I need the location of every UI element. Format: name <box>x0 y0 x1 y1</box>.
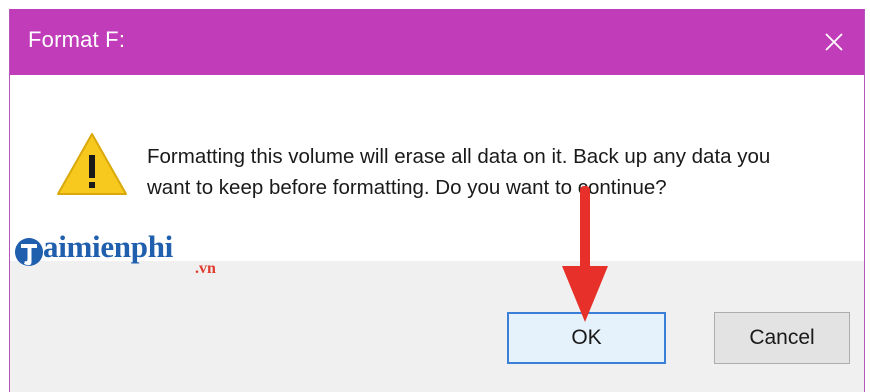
watermark-suffix: .vn <box>195 260 216 277</box>
close-button[interactable] <box>804 9 864 75</box>
red-arrow-down-icon <box>562 186 608 322</box>
message-line-2: want to keep before formatting. Do you w… <box>147 176 667 199</box>
warning-icon <box>57 133 127 195</box>
dialog-message: Formatting this volume will erase all da… <box>147 141 837 203</box>
dialog-title: Format F: <box>28 27 126 52</box>
watermark-brand: aimienphi <box>43 229 173 264</box>
title-bar[interactable]: Format F: <box>10 9 864 75</box>
format-dialog: Format F: Formatting this volume will er… <box>9 9 865 392</box>
message-line-1: Formatting this volume will erase all da… <box>147 145 771 168</box>
taimienphi-watermark: aimienphi .vn <box>14 229 230 287</box>
close-icon <box>825 33 843 51</box>
cancel-button[interactable]: Cancel <box>714 312 850 364</box>
